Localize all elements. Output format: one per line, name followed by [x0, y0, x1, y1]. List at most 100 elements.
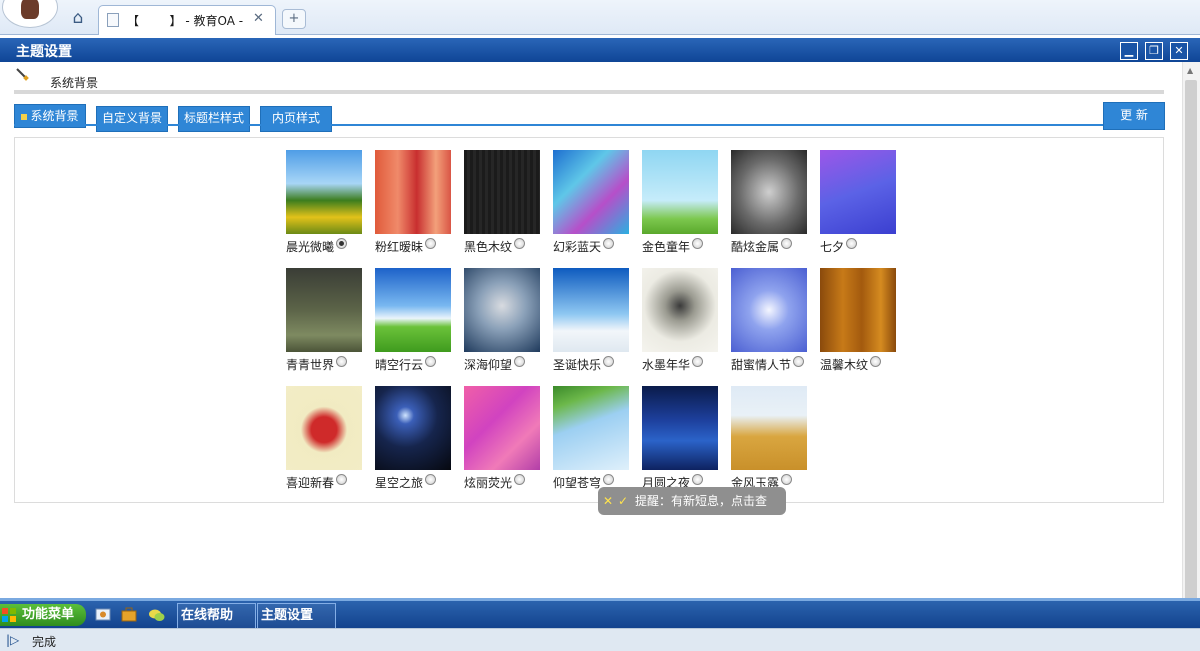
background-radio[interactable]: [514, 474, 525, 485]
background-radio[interactable]: [514, 238, 525, 249]
background-option[interactable]: 圣诞快乐: [553, 268, 641, 378]
background-radio[interactable]: [870, 356, 881, 367]
window-title-bar: 主题设置 ▁ ❐ ✕: [0, 38, 1200, 62]
background-thumbnail[interactable]: [375, 150, 451, 234]
background-option[interactable]: 深海仰望: [464, 268, 552, 378]
user-avatar[interactable]: [2, 0, 58, 28]
background-radio[interactable]: [603, 474, 614, 485]
scrollbar-thumb[interactable]: [1185, 80, 1197, 640]
background-thumbnail[interactable]: [464, 268, 540, 352]
background-thumbnail[interactable]: [286, 386, 362, 470]
status-icon: |▷: [6, 633, 20, 647]
background-label: 深海仰望: [464, 358, 513, 372]
briefcase-icon[interactable]: [120, 606, 138, 624]
background-radio[interactable]: [336, 356, 347, 367]
document-icon: [107, 13, 119, 27]
background-thumbnail[interactable]: [642, 386, 718, 470]
browser-tab[interactable]: 【 】 - 教育OA - ✕: [98, 5, 276, 35]
background-option[interactable]: 月圆之夜: [642, 386, 730, 496]
background-radio[interactable]: [692, 356, 703, 367]
background-label: 晨光微曦: [286, 240, 335, 254]
background-label: 温馨木纹: [820, 358, 869, 372]
background-thumbnail[interactable]: [375, 268, 451, 352]
background-thumbnail[interactable]: [553, 150, 629, 234]
background-radio[interactable]: [781, 238, 792, 249]
background-label: 仰望苍穹: [553, 476, 602, 490]
notification-message[interactable]: 提醒：有新短息，点击查看！: [635, 487, 786, 543]
background-radio[interactable]: [425, 238, 436, 249]
background-thumbnail[interactable]: [286, 268, 362, 352]
background-thumbnail[interactable]: [731, 150, 807, 234]
background-thumbnail[interactable]: [820, 150, 896, 234]
background-option[interactable]: 炫丽荧光: [464, 386, 552, 496]
close-notification-icon[interactable]: ✕: [603, 487, 613, 515]
background-option[interactable]: 晴空行云: [375, 268, 463, 378]
background-radio[interactable]: [692, 238, 703, 249]
background-option[interactable]: 温馨木纹: [820, 268, 908, 378]
background-radio[interactable]: [603, 356, 614, 367]
background-thumbnail[interactable]: [820, 268, 896, 352]
background-thumbnail[interactable]: [464, 386, 540, 470]
background-thumbnail[interactable]: [642, 150, 718, 234]
background-label: 黑色木纹: [464, 240, 513, 254]
background-thumbnail[interactable]: [642, 268, 718, 352]
background-radio[interactable]: [514, 356, 525, 367]
background-option[interactable]: 星空之旅: [375, 386, 463, 496]
scroll-up-icon[interactable]: ▲: [1187, 66, 1193, 75]
background-thumbnail[interactable]: [731, 386, 807, 470]
background-option[interactable]: 金风玉露: [731, 386, 819, 496]
background-option[interactable]: 金色童年: [642, 150, 730, 260]
background-radio[interactable]: [603, 238, 614, 249]
minimize-button[interactable]: ▁: [1120, 42, 1138, 60]
background-radio[interactable]: [425, 356, 436, 367]
close-tab-icon[interactable]: ✕: [253, 11, 264, 26]
background-radio[interactable]: [692, 474, 703, 485]
tab-titlebar-style[interactable]: 标题栏样式: [178, 106, 250, 132]
new-tab-button[interactable]: +: [282, 9, 306, 29]
background-option[interactable]: 喜迎新春: [286, 386, 374, 496]
background-radio[interactable]: [781, 474, 792, 485]
new-message-notification[interactable]: ✕ ✓ 提醒：有新短息，点击查看！: [598, 487, 786, 536]
background-thumbnail[interactable]: [553, 386, 629, 470]
background-option[interactable]: 粉红暧昧: [375, 150, 463, 260]
restore-button[interactable]: ❐: [1145, 42, 1163, 60]
background-option[interactable]: 水墨年华: [642, 268, 730, 378]
background-option[interactable]: 黑色木纹: [464, 150, 552, 260]
background-thumbnail[interactable]: [731, 268, 807, 352]
background-option[interactable]: 晨光微曦: [286, 150, 374, 260]
background-radio[interactable]: [336, 238, 347, 249]
background-option[interactable]: 幻彩蓝天: [553, 150, 641, 260]
divider: [14, 90, 1164, 94]
background-option[interactable]: 青青世界: [286, 268, 374, 378]
check-icon: ✓: [618, 494, 629, 508]
background-option[interactable]: 仰望苍穹: [553, 386, 641, 496]
desktop-icon[interactable]: [94, 606, 112, 624]
background-label: 幻彩蓝天: [553, 240, 602, 254]
background-option[interactable]: 酷炫金属: [731, 150, 819, 260]
vertical-scrollbar[interactable]: ▲: [1182, 62, 1200, 640]
background-radio[interactable]: [425, 474, 436, 485]
update-button[interactable]: 更 新: [1103, 102, 1165, 130]
background-option[interactable]: 七夕: [820, 150, 908, 260]
tab-custom-background[interactable]: 自定义背景: [96, 106, 168, 132]
task-online-help[interactable]: 在线帮助: [177, 603, 256, 629]
background-radio[interactable]: [793, 356, 804, 367]
background-radio[interactable]: [846, 238, 857, 249]
background-thumbnail[interactable]: [286, 150, 362, 234]
task-theme-settings[interactable]: 主题设置: [257, 603, 336, 629]
background-label: 金色童年: [642, 240, 691, 254]
function-menu-button[interactable]: 功能菜单: [0, 604, 86, 626]
section-title: 系统背景: [50, 76, 99, 90]
background-thumbnail[interactable]: [464, 150, 540, 234]
background-radio[interactable]: [336, 474, 347, 485]
browser-tab-title: 【 】 - 教育OA -: [127, 14, 247, 28]
tab-underline: [14, 124, 1164, 126]
chat-icon[interactable]: [148, 606, 166, 624]
close-button[interactable]: ✕: [1170, 42, 1188, 60]
home-icon[interactable]: ⌂: [68, 8, 88, 28]
background-thumbnail[interactable]: [375, 386, 451, 470]
tab-inner-page-style[interactable]: 内页样式: [260, 106, 332, 132]
background-thumbnail[interactable]: [553, 268, 629, 352]
background-option[interactable]: 甜蜜情人节: [731, 268, 819, 378]
background-label: 炫丽荧光: [464, 476, 513, 490]
